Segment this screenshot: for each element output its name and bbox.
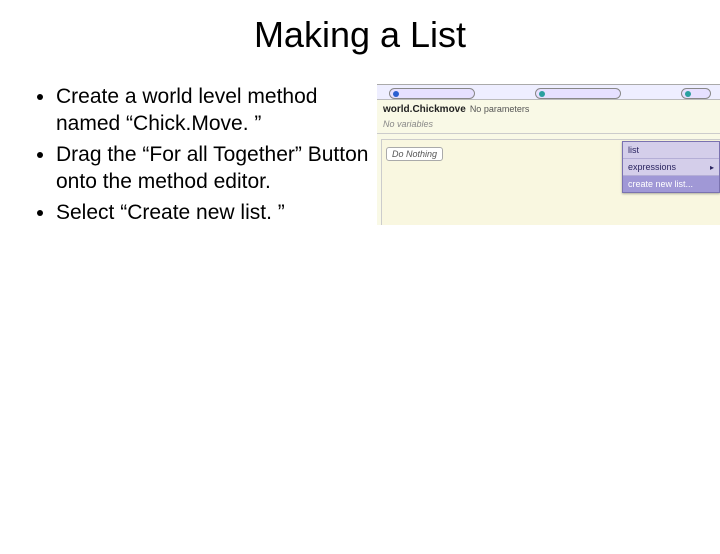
method-params: No parameters <box>470 104 530 114</box>
dot-icon <box>393 91 399 97</box>
slide-title: Making a List <box>0 14 720 56</box>
alice-topbar <box>377 85 720 100</box>
alice-screenshot: world.Chickmove No parameters No variabl… <box>377 84 720 225</box>
bullet-item: Select “Create new list. ” <box>56 200 377 227</box>
method-header: world.Chickmove No parameters <box>377 100 720 117</box>
dot-icon <box>539 91 545 97</box>
menu-item-expressions[interactable]: expressions ▸ <box>623 159 719 176</box>
bullet-item: Create a world level method named “Chick… <box>56 84 377 138</box>
topbar-pill[interactable] <box>389 88 475 99</box>
menu-item-create-new-list[interactable]: create new list... <box>623 176 719 192</box>
topbar-pill[interactable] <box>681 88 711 99</box>
menu-item-label: list <box>628 145 639 155</box>
do-nothing-tile[interactable]: Do Nothing <box>386 147 443 161</box>
bullet-item: Drag the “For all Together” Button onto … <box>56 142 377 196</box>
no-variables-label: No variables <box>377 117 720 134</box>
bullet-list: Create a world level method named “Chick… <box>0 84 377 230</box>
menu-item-list[interactable]: list <box>623 142 719 159</box>
menu-item-label: create new list... <box>628 179 693 189</box>
context-menu: list expressions ▸ create new list... <box>622 141 720 193</box>
menu-item-label: expressions <box>628 162 676 172</box>
topbar-pill[interactable] <box>535 88 621 99</box>
dot-icon <box>685 91 691 97</box>
chevron-right-icon: ▸ <box>710 163 714 172</box>
content-row: Create a world level method named “Chick… <box>0 84 720 230</box>
method-name: world.Chickmove <box>383 104 466 115</box>
